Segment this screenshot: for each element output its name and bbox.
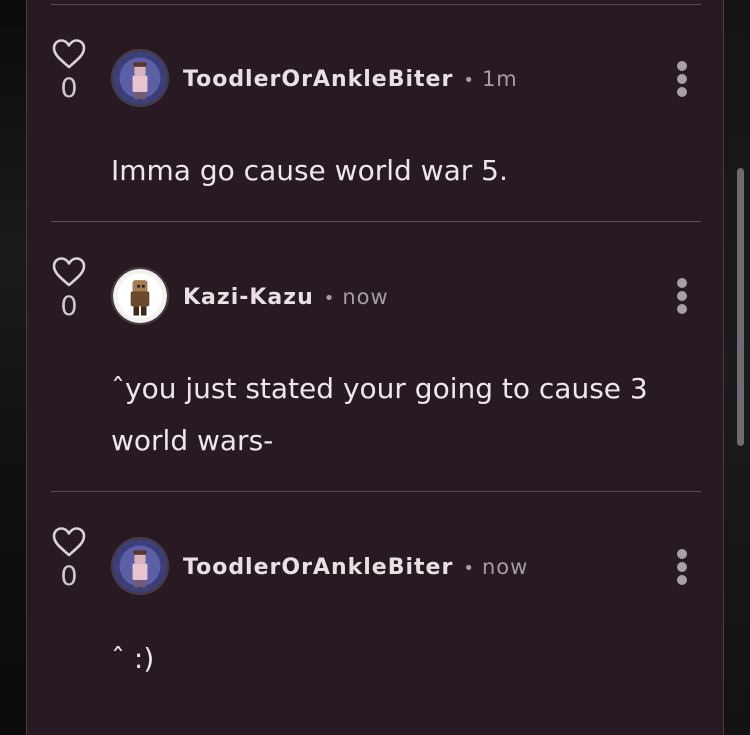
divider [51,221,701,222]
like-count: 0 [60,561,78,592]
separator-dot: • [463,70,474,91]
like-count: 0 [60,291,78,322]
avatar[interactable] [111,537,169,595]
heart-icon[interactable] [51,526,87,558]
comment-text: ˆyou just stated your going to cause 3 w… [111,372,648,457]
more-vertical-icon[interactable] [671,61,693,97]
avatar[interactable] [111,49,169,107]
divider [51,4,701,5]
scrollbar[interactable] [737,168,744,446]
avatar-image [113,51,167,105]
more-options-button[interactable] [671,549,693,589]
more-vertical-icon[interactable] [671,278,693,314]
timestamp: now [481,555,529,579]
background-left [0,0,26,735]
username[interactable]: ToodlerOrAnkleBiter [183,67,453,92]
avatar-image [113,269,167,323]
username[interactable]: ToodlerOrAnkleBiter [183,555,453,580]
like-count: 0 [60,73,78,104]
more-vertical-icon[interactable] [671,549,693,585]
comment-meta: Kazi-Kazu • now [183,282,389,312]
comment-text: ˆ :) [111,642,155,675]
like-button[interactable]: 0 [49,526,89,592]
separator-dot: • [323,288,335,309]
heart-icon[interactable] [51,38,87,70]
more-options-button[interactable] [671,61,693,101]
divider [51,491,701,492]
avatar[interactable] [111,267,169,325]
timestamp: 1m [481,67,518,91]
comments-panel: 0 ToodlerOrAnkleBiter • 1m Imma go cause w… [26,0,724,735]
heart-icon[interactable] [51,256,87,288]
avatar-image [113,539,167,593]
like-button[interactable]: 0 [49,256,89,322]
comment-text: Imma go cause world war 5. [111,154,508,187]
more-options-button[interactable] [671,278,693,318]
separator-dot: • [463,558,474,579]
comment-meta: ToodlerOrAnkleBiter • now [183,552,528,582]
comment-meta: ToodlerOrAnkleBiter • 1m [183,64,518,94]
like-button[interactable]: 0 [49,38,89,104]
username[interactable]: Kazi-Kazu [183,285,314,310]
timestamp: now [342,285,389,309]
